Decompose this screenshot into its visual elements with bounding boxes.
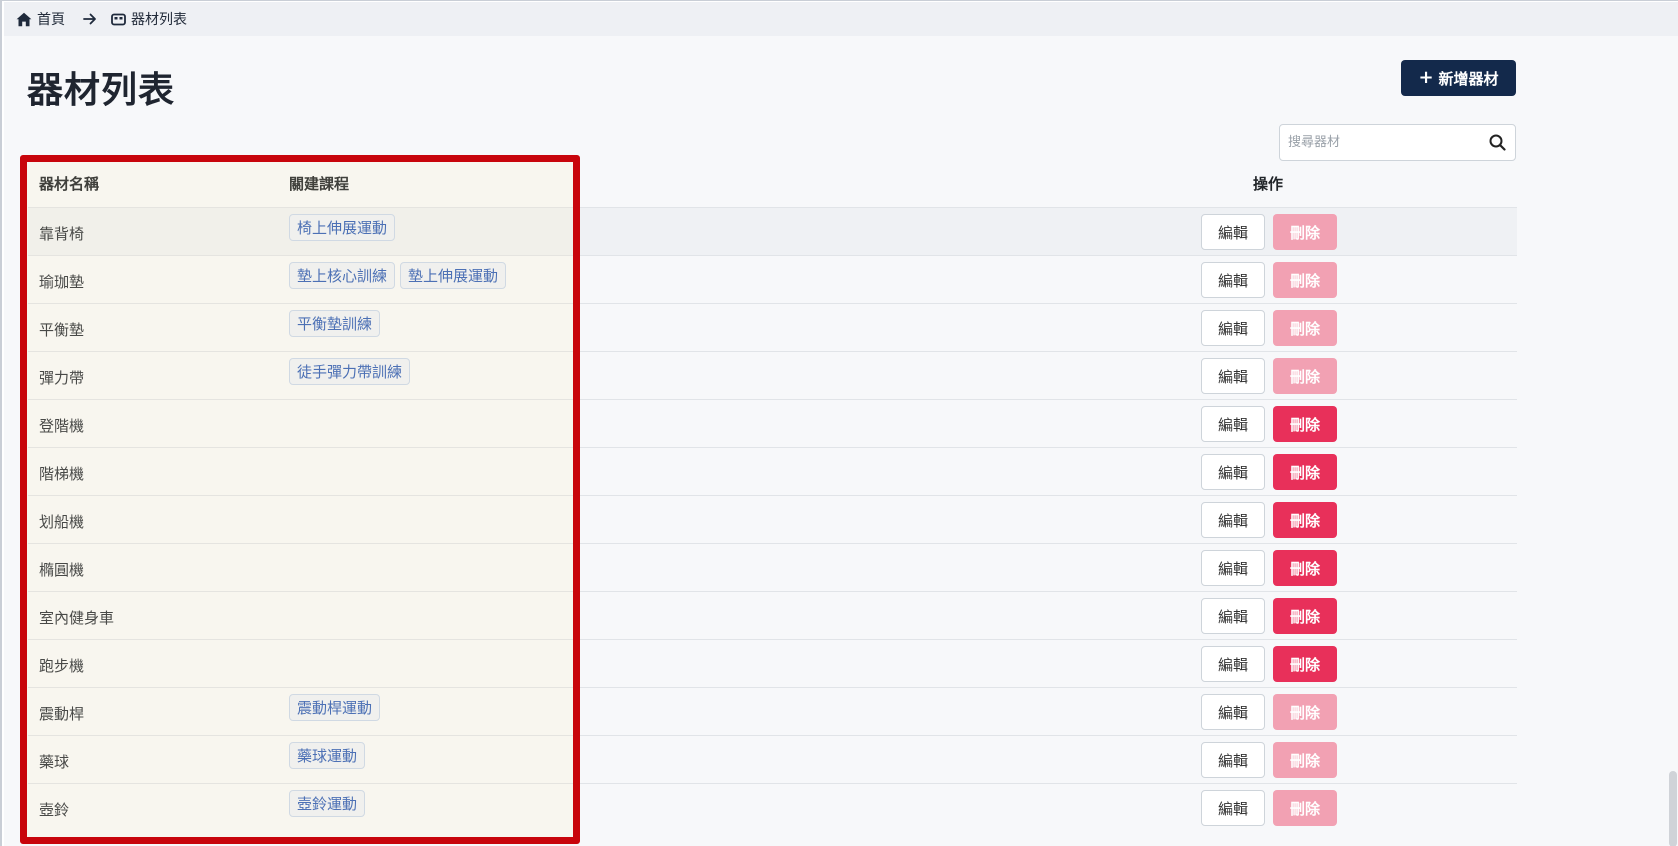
table-row: 靠背椅 椅上伸展運動 編輯 刪除 (28, 207, 1517, 255)
delete-button[interactable]: 刪除 (1273, 502, 1337, 538)
scrollbar-thumb[interactable] (1669, 771, 1677, 846)
equipment-name: 跑步機 (39, 657, 85, 675)
edit-button[interactable]: 編輯 (1201, 310, 1265, 346)
table-row: 震動桿 震動桿運動 編輯 刪除 (28, 687, 1517, 735)
delete-button[interactable]: 刪除 (1273, 454, 1337, 490)
course-tags: 徒手彈力帶訓練 (289, 358, 411, 385)
delete-button: 刪除 (1273, 694, 1337, 730)
add-equipment-label: 新增器材 (1438, 69, 1499, 88)
edit-button[interactable]: 編輯 (1201, 358, 1265, 394)
equipment-name: 平衡墊 (39, 321, 85, 339)
course-tag[interactable]: 壺鈴運動 (289, 790, 366, 817)
column-header-courses: 關建課程 (289, 175, 350, 193)
course-tag[interactable]: 墊上伸展運動 (400, 262, 507, 289)
delete-button[interactable]: 刪除 (1273, 598, 1337, 634)
course-tags: 藥球運動 (289, 742, 366, 769)
edit-button[interactable]: 編輯 (1201, 694, 1265, 730)
home-icon (16, 12, 32, 27)
table-row: 彈力帶 徒手彈力帶訓練 編輯 刪除 (28, 351, 1517, 399)
edit-button[interactable]: 編輯 (1201, 262, 1265, 298)
course-tag[interactable]: 藥球運動 (289, 742, 366, 769)
equipment-name: 藥球 (39, 753, 70, 771)
search-box (1279, 124, 1516, 161)
breadcrumb-current[interactable]: 器材列表 (111, 9, 187, 29)
equipment-name: 階梯機 (39, 465, 85, 483)
table-row: 平衡墊 平衡墊訓練 編輯 刪除 (28, 303, 1517, 351)
equipment-name: 划船機 (39, 513, 85, 531)
delete-button: 刪除 (1273, 742, 1337, 778)
table-header: 器材名稱 關建課程 操作 (28, 160, 1517, 207)
equipment-icon (111, 13, 126, 26)
equipment-name: 彈力帶 (39, 369, 85, 387)
table-body: 靠背椅 椅上伸展運動 編輯 刪除 瑜珈墊 墊上核心訓練 墊上伸展運動 編輯 刪除 平衡墊 平衡墊訓練… (28, 207, 1517, 831)
course-tag[interactable]: 墊上核心訓練 (289, 262, 396, 289)
search-input[interactable] (1280, 125, 1480, 160)
course-tag[interactable]: 徒手彈力帶訓練 (289, 358, 411, 385)
delete-button[interactable]: 刪除 (1273, 646, 1337, 682)
course-tag[interactable]: 震動桿運動 (289, 694, 381, 721)
column-header-operations: 操作 (1253, 175, 1284, 193)
edit-button[interactable]: 編輯 (1201, 742, 1265, 778)
course-tag[interactable]: 平衡墊訓練 (289, 310, 381, 337)
equipment-name: 震動桿 (39, 705, 85, 723)
page-title: 器材列表 (27, 70, 176, 111)
edit-button[interactable]: 編輯 (1201, 598, 1265, 634)
edit-button[interactable]: 編輯 (1201, 550, 1265, 586)
table-row: 橢圓機 編輯 刪除 (28, 543, 1517, 591)
equipment-name: 登階機 (39, 417, 85, 435)
edit-button[interactable]: 編輯 (1201, 502, 1265, 538)
scrollbar[interactable] (1668, 36, 1678, 846)
delete-button: 刪除 (1273, 262, 1337, 298)
breadcrumb-current-label: 器材列表 (131, 12, 187, 28)
edit-button[interactable]: 編輯 (1201, 214, 1265, 250)
table-row: 划船機 編輯 刪除 (28, 495, 1517, 543)
delete-button: 刪除 (1273, 214, 1337, 250)
breadcrumb: 首頁 器材列表 (4, 2, 1678, 36)
table-row: 壺鈴 壺鈴運動 編輯 刪除 (28, 783, 1517, 831)
search-icon[interactable] (1489, 134, 1506, 155)
breadcrumb-home-label: 首頁 (37, 12, 65, 28)
equipment-name: 橢圓機 (39, 561, 85, 579)
delete-button: 刪除 (1273, 310, 1337, 346)
table-row: 瑜珈墊 墊上核心訓練 墊上伸展運動 編輯 刪除 (28, 255, 1517, 303)
course-tags: 平衡墊訓練 (289, 310, 381, 337)
main-content: 器材列表 + 新增器材 器材名稱 關建課程 操作 靠背椅椅上伸展運動編輯刪除瑜珈… (4, 36, 1678, 846)
equipment-name: 室內健身車 (39, 609, 115, 627)
edit-button[interactable]: 編輯 (1201, 406, 1265, 442)
delete-button[interactable]: 刪除 (1273, 550, 1337, 586)
course-tags: 墊上核心訓練 墊上伸展運動 (289, 262, 507, 289)
column-header-name: 器材名稱 (39, 175, 100, 193)
equipment-name: 瑜珈墊 (39, 273, 85, 291)
equipment-table: 器材名稱 關建課程 操作 靠背椅 椅上伸展運動 編輯 刪除 瑜珈墊 墊上核心訓練 墊上伸展運… (28, 160, 1517, 831)
course-tags: 震動桿運動 (289, 694, 381, 721)
add-equipment-button[interactable]: + 新增器材 (1401, 60, 1516, 96)
table-row: 藥球 藥球運動 編輯 刪除 (28, 735, 1517, 783)
table-row: 階梯機 編輯 刪除 (28, 447, 1517, 495)
table-row: 登階機 編輯 刪除 (28, 399, 1517, 447)
equipment-name: 壺鈴 (39, 801, 70, 819)
equipment-name: 靠背椅 (39, 225, 85, 243)
plus-icon: + (1418, 67, 1434, 88)
course-tag[interactable]: 椅上伸展運動 (289, 214, 396, 241)
arrow-right-icon (83, 13, 97, 25)
breadcrumb-home[interactable]: 首頁 (16, 9, 65, 29)
table-row: 室內健身車 編輯 刪除 (28, 591, 1517, 639)
edit-button[interactable]: 編輯 (1201, 454, 1265, 490)
course-tags: 椅上伸展運動 (289, 214, 396, 241)
edit-button[interactable]: 編輯 (1201, 646, 1265, 682)
table-row: 跑步機 編輯 刪除 (28, 639, 1517, 687)
app-window: 首頁 器材列表 器材列表 + 新增器材 器材名稱 關建課程 (0, 0, 1678, 846)
delete-button[interactable]: 刪除 (1273, 406, 1337, 442)
delete-button: 刪除 (1273, 358, 1337, 394)
edit-button[interactable]: 編輯 (1201, 790, 1265, 826)
delete-button: 刪除 (1273, 790, 1337, 826)
course-tags: 壺鈴運動 (289, 790, 366, 817)
